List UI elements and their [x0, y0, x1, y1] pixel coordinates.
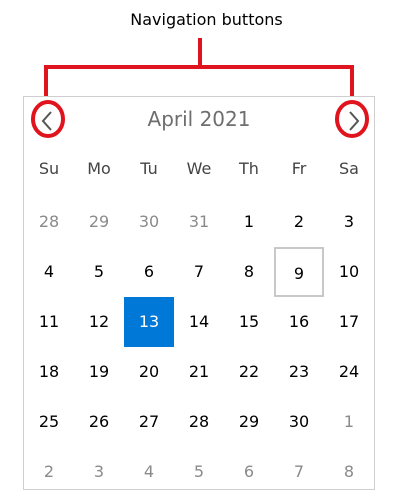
day-cell[interactable]: 6 [224, 447, 274, 497]
day-cell[interactable]: 5 [74, 247, 124, 297]
day-cell[interactable]: 16 [274, 297, 324, 347]
day-cell[interactable]: 24 [324, 347, 374, 397]
day-cell[interactable]: 20 [124, 347, 174, 397]
day-cell[interactable]: 15 [224, 297, 274, 347]
weekday-label: Tu [140, 159, 158, 178]
day-cell[interactable]: 29 [74, 197, 124, 247]
day-cell[interactable]: 18 [24, 347, 74, 397]
day-cell[interactable]: 21 [174, 347, 224, 397]
day-cell[interactable]: 5 [174, 447, 224, 497]
weekday-label: We [186, 159, 212, 178]
day-cell[interactable]: 30 [274, 397, 324, 447]
day-cell[interactable]: 28 [24, 197, 74, 247]
weekday-label: Fr [291, 159, 307, 178]
prev-highlight-circle [31, 100, 65, 138]
weekday-label: Su [38, 159, 60, 178]
day-cell-selected[interactable]: 13 [124, 297, 174, 347]
day-cell[interactable]: 17 [324, 297, 374, 347]
calendar: April 2021 Su Mo Tu We Th Fr Sa 28 29 30 31 1 2 3 4 5 6… [23, 96, 375, 490]
day-cell[interactable]: 28 [174, 397, 224, 447]
day-cell[interactable]: 8 [324, 447, 374, 497]
day-cell[interactable]: 4 [124, 447, 174, 497]
day-cell[interactable]: 19 [74, 347, 124, 397]
day-cell[interactable]: 3 [324, 197, 374, 247]
day-cell[interactable]: 10 [324, 247, 374, 297]
day-cell-today[interactable]: 9 [274, 247, 324, 297]
day-cell[interactable]: 27 [124, 397, 174, 447]
day-cell[interactable]: 2 [274, 197, 324, 247]
day-cell[interactable]: 1 [224, 197, 274, 247]
day-cell[interactable]: 11 [24, 297, 74, 347]
day-cell[interactable]: 3 [74, 447, 124, 497]
day-cell[interactable]: 14 [174, 297, 224, 347]
weekday-header-row: Su Mo Tu We Th Fr Sa [24, 159, 374, 183]
day-cell[interactable]: 1 [324, 397, 374, 447]
next-highlight-circle [335, 100, 369, 138]
day-cell[interactable]: 23 [274, 347, 324, 397]
weekday-label: Sa [339, 159, 359, 178]
day-cell[interactable]: 22 [224, 347, 274, 397]
nav-highlight-overlay [31, 100, 369, 138]
day-cell[interactable]: 25 [24, 397, 74, 447]
day-cell[interactable]: 7 [174, 247, 224, 297]
day-cell[interactable]: 31 [174, 197, 224, 247]
day-cell[interactable]: 8 [224, 247, 274, 297]
day-cell[interactable]: 6 [124, 247, 174, 297]
day-cell[interactable]: 2 [24, 447, 74, 497]
day-cell[interactable]: 30 [124, 197, 174, 247]
day-cell[interactable]: 26 [74, 397, 124, 447]
day-cell[interactable]: 4 [24, 247, 74, 297]
weekday-label: Mo [87, 159, 111, 178]
day-cell[interactable]: 29 [224, 397, 274, 447]
day-cell[interactable]: 7 [274, 447, 324, 497]
day-cell[interactable]: 12 [74, 297, 124, 347]
weekday-label: Th [239, 159, 259, 178]
